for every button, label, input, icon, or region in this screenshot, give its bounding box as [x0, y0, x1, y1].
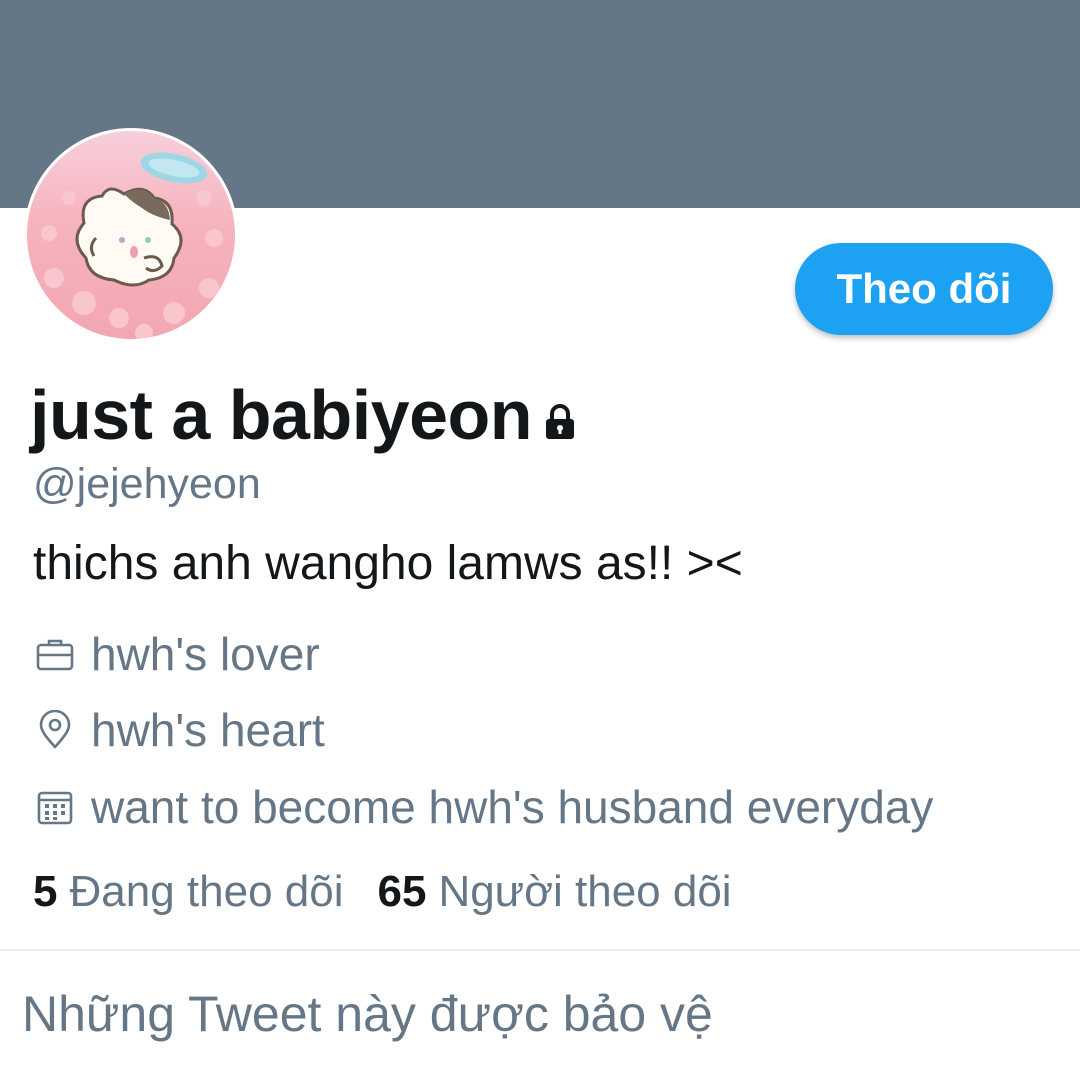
- protected-tweets-notice: Những Tweet này được bảo vệ: [22, 986, 713, 1042]
- followers-label: Người theo dõi: [438, 867, 732, 916]
- following-link[interactable]: 5 Đang theo dõi: [33, 864, 343, 920]
- profile-bio: thichs anh wangho lamws as!! ><: [33, 537, 743, 590]
- cat-avatar-image: [27, 131, 235, 339]
- profile-handle: @jejehyeon: [33, 460, 261, 508]
- following-label: Đang theo dõi: [69, 867, 344, 916]
- followers-count: 65: [377, 867, 427, 916]
- location-text: hwh's heart: [91, 704, 325, 756]
- section-divider: [0, 949, 1080, 951]
- profile-stats: 5 Đang theo dõi 65 Người theo dõi: [33, 864, 732, 920]
- profile-avatar[interactable]: [24, 128, 238, 342]
- occupation-text: hwh's lover: [91, 628, 320, 680]
- briefcase-icon: [33, 632, 77, 676]
- profile-page: Theo dõi just a babiyeon @jejehyeon thic…: [0, 0, 1080, 1080]
- profile-joined: want to become hwh's husband everyday: [33, 779, 933, 835]
- follow-button[interactable]: Theo dõi: [795, 243, 1053, 335]
- location-pin-icon: [33, 708, 77, 752]
- profile-location: hwh's heart: [33, 702, 325, 758]
- lock-icon: [540, 378, 580, 458]
- profile-occupation: hwh's lover: [33, 626, 320, 682]
- following-count: 5: [33, 867, 58, 916]
- calendar-icon: [33, 785, 77, 829]
- joined-text: want to become hwh's husband everyday: [91, 781, 934, 833]
- profile-header: just a babiyeon: [30, 372, 580, 458]
- display-name: just a babiyeon: [30, 376, 533, 454]
- followers-link[interactable]: 65 Người theo dõi: [377, 864, 731, 920]
